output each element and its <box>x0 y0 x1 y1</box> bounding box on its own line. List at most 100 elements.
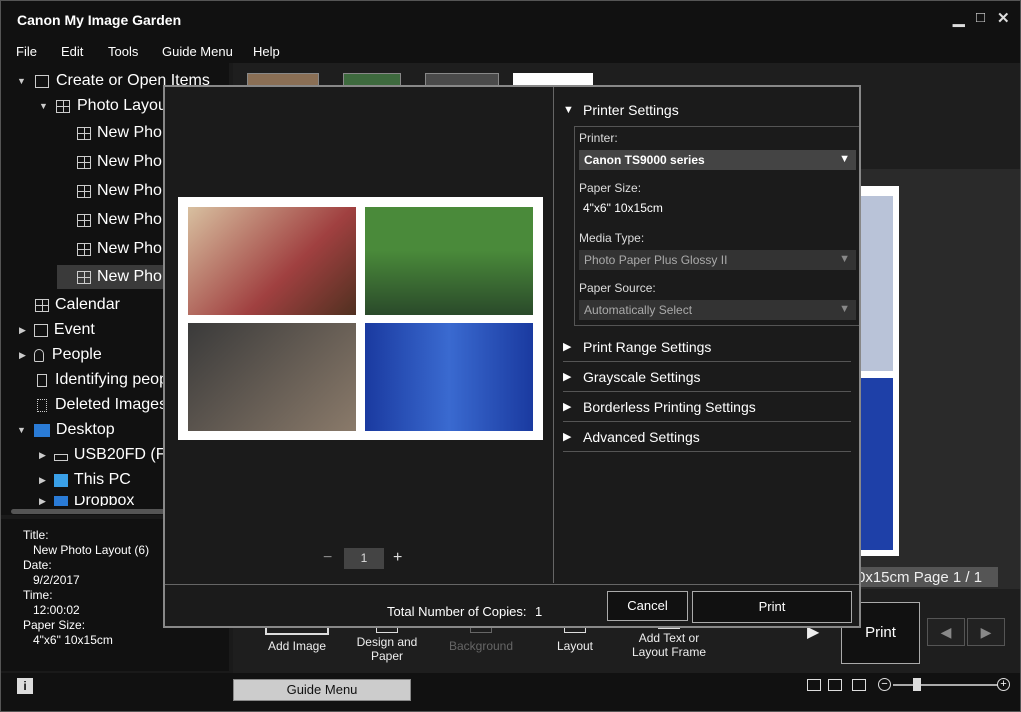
tree-usb[interactable]: ▶ USB20FD (F:) <box>39 446 175 464</box>
media-type-label: Media Type: <box>579 231 645 245</box>
printer-settings-body: Printer: Canon TS9000 series ▼ Paper Size… <box>574 126 859 326</box>
layout-icon <box>77 242 91 256</box>
tree-identifying[interactable]: Identifying people <box>37 371 180 389</box>
create-icon <box>35 74 49 88</box>
printer-settings-panel: ▼ Printer Settings Printer: Canon TS9000 … <box>555 87 861 583</box>
menu-bar: File Edit Tools Guide Menu Help <box>1 39 1020 63</box>
expand-down-icon[interactable]: ▼ <box>17 76 26 86</box>
page-next-icon[interactable]: + <box>393 549 402 567</box>
printer-select[interactable]: Canon TS9000 series ▼ <box>579 150 856 170</box>
tree-label: New Pho <box>97 240 162 257</box>
next-page-icon[interactable]: ▶ <box>967 618 1005 646</box>
tool-label: Background <box>448 639 514 653</box>
zoom-slider[interactable] <box>893 684 998 686</box>
info-value: New Photo Layout (6) <box>33 543 150 557</box>
view-single-icon[interactable] <box>828 679 842 691</box>
expand-right-icon: ▶ <box>563 431 572 443</box>
tree-people[interactable]: ▶ People <box>19 346 102 364</box>
info-icon[interactable]: i <box>17 678 33 694</box>
expand-right-icon[interactable]: ▶ <box>19 325 26 336</box>
expand-right-icon[interactable]: ▶ <box>39 450 46 461</box>
tree-thispc[interactable]: ▶ This PC <box>39 471 131 489</box>
page-indicator: 0x15cm Page 1 / 1 <box>853 567 998 587</box>
layout-icon <box>77 213 91 227</box>
expand-right-icon[interactable]: ▶ <box>19 350 26 361</box>
fit-icon[interactable] <box>852 679 866 691</box>
cancel-button[interactable]: Cancel <box>607 591 688 621</box>
tree-item-layout[interactable]: New Pho <box>77 181 162 201</box>
menu-file[interactable]: File <box>16 44 37 59</box>
menu-help[interactable]: Help <box>253 44 280 59</box>
zoom-in-icon[interactable]: + <box>997 678 1010 691</box>
paper-source-label: Paper Source: <box>579 281 656 295</box>
minimize-icon[interactable]: ▁ <box>953 9 965 27</box>
tree-label: This PC <box>73 471 131 488</box>
info-value: 9/2/2017 <box>33 573 80 587</box>
tree-event[interactable]: ▶ Event <box>19 321 95 339</box>
page-prev-icon[interactable]: − <box>323 549 332 567</box>
grayscale-section[interactable]: ▶ Grayscale Settings <box>563 362 851 392</box>
app-title: Canon My Image Garden <box>17 12 182 28</box>
sidebar-scrollbar[interactable] <box>11 509 166 514</box>
expand-down-icon[interactable]: ▼ <box>39 101 48 111</box>
layout-icon <box>77 270 91 284</box>
tree-item-layout[interactable]: New Pho <box>77 152 162 172</box>
app-window: Canon My Image Garden ▁ □ ✕ File Edit To… <box>0 0 1021 712</box>
tree-item-layout[interactable]: New Pho <box>77 210 162 230</box>
tree-label: Calendar <box>55 296 120 313</box>
tree-calendar[interactable]: Calendar <box>35 296 120 314</box>
tree-item-layout[interactable]: New Pho <box>77 239 162 259</box>
expand-right-icon[interactable]: ▶ <box>39 496 46 506</box>
dropbox-icon <box>53 496 68 506</box>
page-number-field[interactable]: 1 <box>344 548 384 569</box>
tree-dropbox[interactable]: ▶ Dropbox <box>39 496 134 506</box>
scroll-right-icon[interactable]: ▶ <box>807 625 819 641</box>
tree-label: New Pho <box>97 124 162 141</box>
guide-menu-button[interactable]: Guide Menu <box>233 679 411 701</box>
preview-photo <box>188 323 356 431</box>
dialog-print-button[interactable]: Print <box>692 591 852 623</box>
info-value: 4"x6" 10x15cm <box>33 633 113 647</box>
tree-label: USB20FD (F:) <box>73 446 176 463</box>
paper-source-select[interactable]: Automatically Select ▼ <box>579 300 856 320</box>
menu-edit[interactable]: Edit <box>61 44 83 59</box>
drive-icon <box>53 454 68 461</box>
expand-right-icon[interactable]: ▶ <box>39 475 46 486</box>
print-range-section[interactable]: ▶ Print Range Settings <box>563 332 851 362</box>
borderless-section[interactable]: ▶ Borderless Printing Settings <box>563 392 851 422</box>
printer-label: Printer: <box>579 131 618 145</box>
section-label: Print Range Settings <box>583 338 712 355</box>
advanced-section[interactable]: ▶ Advanced Settings <box>563 422 851 452</box>
prev-page-icon[interactable]: ◀ <box>927 618 965 646</box>
menu-guide[interactable]: Guide Menu <box>162 44 233 59</box>
info-label: Paper Size: <box>23 618 86 632</box>
info-label: Title: <box>23 528 49 542</box>
layout-icon <box>77 155 91 169</box>
deleted-person-icon <box>37 398 47 412</box>
view-thumbnail-icon[interactable] <box>807 679 821 691</box>
expand-right-icon: ▶ <box>563 401 572 413</box>
zoom-slider-handle[interactable] <box>913 678 921 691</box>
tree-label: People <box>51 346 102 363</box>
page-photo <box>857 378 893 550</box>
desktop-icon <box>33 423 50 437</box>
menu-tools[interactable]: Tools <box>108 44 138 59</box>
expand-down-icon[interactable]: ▼ <box>17 425 26 435</box>
print-preview-panel: − 1 + <box>165 87 554 583</box>
tree-item-layout[interactable]: New Pho <box>77 123 162 143</box>
close-icon[interactable]: ✕ <box>997 9 1010 27</box>
media-type-select[interactable]: Photo Paper Plus Glossy II ▼ <box>579 250 856 270</box>
tool-label: Layout <box>556 639 594 653</box>
copies-label: Total Number of Copies: <box>387 604 527 619</box>
tree-label: Identifying people <box>55 371 181 388</box>
tree-item-layout-selected[interactable]: New Pho <box>57 265 167 289</box>
tree-label: Photo Layout <box>77 97 172 114</box>
identify-person-icon <box>37 373 47 387</box>
preview-photo <box>365 207 533 315</box>
zoom-out-icon[interactable]: − <box>878 678 891 691</box>
printer-settings-header[interactable]: ▼ Printer Settings <box>563 95 851 125</box>
chevron-down-icon: ▼ <box>839 253 850 265</box>
info-label: Time: <box>23 588 53 602</box>
maximize-icon[interactable]: □ <box>976 9 985 26</box>
tree-desktop[interactable]: ▼ Desktop <box>17 421 115 439</box>
